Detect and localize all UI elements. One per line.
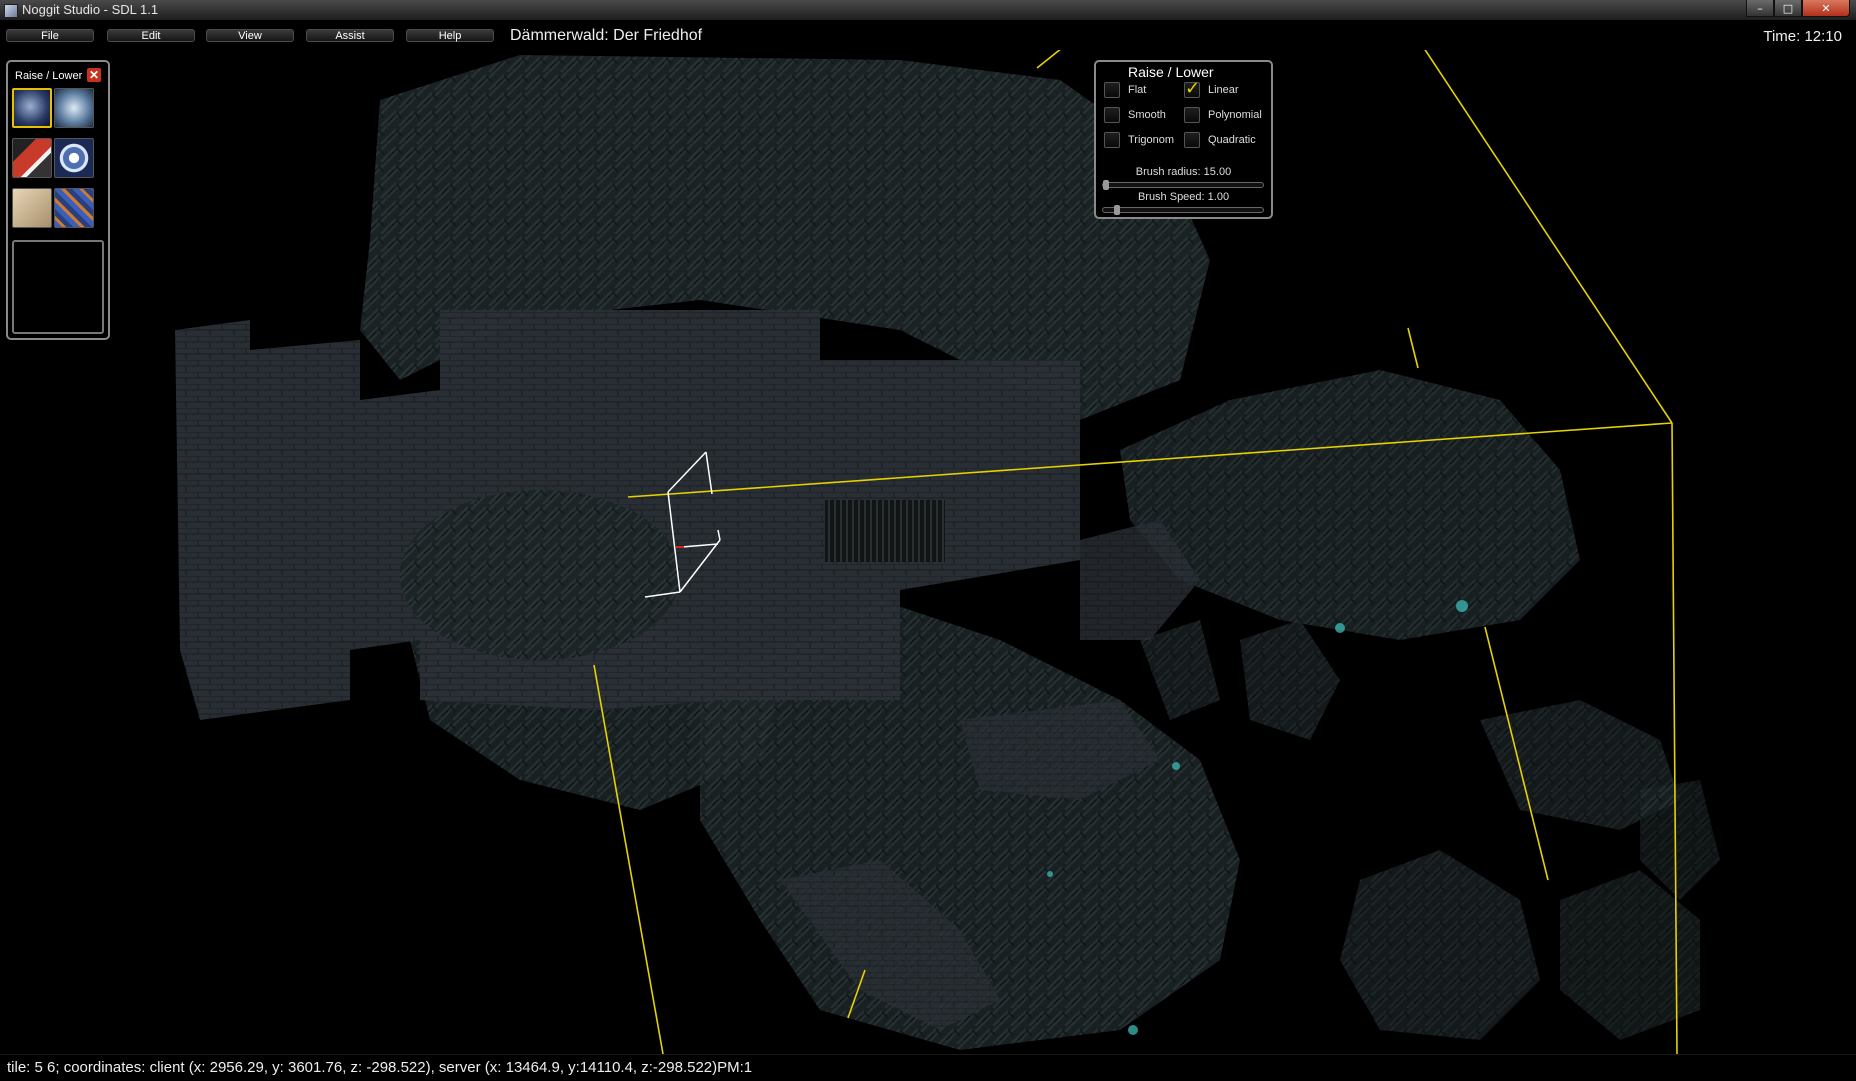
flat-checkbox[interactable]	[1104, 82, 1120, 98]
world-viewport[interactable]	[0, 50, 1856, 1054]
brush-speed-slider[interactable]	[1102, 205, 1264, 215]
settings-title: Raise / Lower	[1128, 64, 1214, 80]
option-flat[interactable]: Flat	[1104, 82, 1146, 98]
brush-radius-handle[interactable]	[1103, 180, 1109, 190]
status-coordinates: tile: 5 6; coordinates: client (x: 2956.…	[7, 1059, 753, 1076]
toolbox-title: Raise / Lower	[15, 70, 83, 82]
polynomial-label: Polynomial	[1208, 109, 1262, 121]
brush-speed-handle[interactable]	[1113, 205, 1120, 215]
flatten-blur-tool-icon[interactable]	[54, 88, 94, 128]
checkmark-icon: ✓	[1185, 78, 1201, 99]
raise-lower-tool-icon[interactable]	[12, 88, 52, 128]
menu-file[interactable]: File	[6, 29, 94, 42]
hole-tool-icon[interactable]	[54, 138, 94, 178]
game-time: Time: 12:10	[1763, 28, 1842, 45]
minimize-button[interactable]: –	[1746, 0, 1774, 17]
toolbox-close-button[interactable]: ✕	[87, 68, 101, 82]
option-linear[interactable]: ✓ Linear	[1184, 78, 1239, 99]
maximize-button[interactable]: □	[1774, 0, 1802, 17]
smooth-label: Smooth	[1128, 109, 1166, 121]
toolbox-panel: Raise / Lower ✕	[6, 60, 110, 340]
smooth-checkbox[interactable]	[1104, 107, 1120, 123]
quadratic-label: Quadratic	[1208, 134, 1256, 146]
tool-preview-box	[12, 240, 104, 334]
window-close-button[interactable]: ✕	[1802, 0, 1850, 17]
menu-bar: File Edit View Assist Help	[0, 21, 1856, 50]
flat-label: Flat	[1128, 84, 1147, 96]
window-controls: – □ ✕	[1746, 0, 1850, 18]
texture-paint-tool-icon[interactable]	[12, 138, 52, 178]
linear-checkbox[interactable]: ✓	[1184, 78, 1200, 99]
brush-speed-label: Brush Speed: 1.00	[1137, 191, 1230, 203]
option-smooth[interactable]: Smooth	[1104, 107, 1166, 123]
menu-view[interactable]: View	[206, 29, 294, 42]
option-trigonom[interactable]: Trigonom	[1104, 132, 1174, 148]
menu-help[interactable]: Help	[406, 29, 494, 42]
polynomial-checkbox[interactable]	[1184, 107, 1200, 123]
quadratic-checkbox[interactable]	[1184, 132, 1200, 148]
trigonom-label: Trigonom	[1128, 134, 1175, 146]
trigonom-checkbox[interactable]	[1104, 132, 1120, 148]
area-id-tool-icon[interactable]	[12, 188, 52, 228]
raise-lower-settings-panel: Raise / Lower Flat ✓ Linear Smooth Polyn…	[1094, 60, 1273, 219]
brush-radius-label: Brush radius: 15.00	[1135, 166, 1232, 178]
window-title: Noggit Studio - SDL 1.1	[22, 2, 159, 17]
window-titlebar[interactable]: Noggit Studio - SDL 1.1 – □ ✕	[0, 0, 1856, 21]
linear-label: Linear	[1208, 84, 1239, 96]
option-quadratic[interactable]: Quadratic	[1184, 132, 1256, 148]
brush-radius-slider[interactable]	[1102, 180, 1264, 190]
option-polynomial[interactable]: Polynomial	[1184, 107, 1262, 123]
terrain-render	[175, 50, 1720, 1054]
status-bar: tile: 5 6; coordinates: client (x: 2956.…	[0, 1054, 1856, 1081]
menu-edit[interactable]: Edit	[107, 29, 195, 42]
map-name: Dämmerwald: Der Friedhof	[510, 27, 703, 44]
menu-assist[interactable]: Assist	[306, 29, 394, 42]
impassable-tool-icon[interactable]	[54, 188, 94, 228]
app-icon	[4, 4, 18, 18]
